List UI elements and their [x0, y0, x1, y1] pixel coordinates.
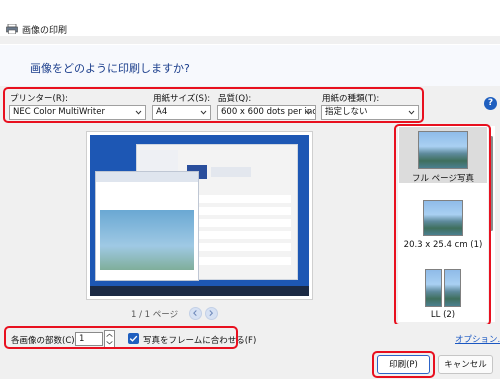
highlight-copies-frame: [4, 326, 238, 349]
quality-select[interactable]: 600 x 600 dots per inch: [217, 105, 316, 120]
quality-value: 600 x 600 dots per inch: [221, 107, 316, 117]
preview-settings-row: [187, 257, 291, 265]
print-preview: [86, 131, 313, 300]
arrow-right-icon: [209, 310, 214, 316]
paper-type-value: 指定しない: [325, 107, 368, 117]
paper-size-value: A4: [156, 107, 168, 117]
header-prompt: 画像をどのように印刷しますか?: [30, 62, 190, 75]
chevron-down-icon: [200, 110, 207, 115]
preview-settings-row: [187, 195, 291, 203]
highlight-print-frame: [372, 351, 435, 378]
preview-settings-row: [187, 219, 291, 227]
preview-settings-row: [187, 207, 291, 215]
chevron-down-icon: [408, 110, 415, 115]
options-link[interactable]: オプション...: [455, 333, 500, 345]
paper-type-label: 用紙の種類(T):: [322, 94, 380, 104]
preview-settings-row: [187, 243, 291, 251]
help-icon[interactable]: ?: [484, 97, 497, 110]
highlight-layout-frame: [394, 124, 491, 326]
preview-browser-window: [95, 171, 199, 281]
paper-size-label: 用紙サイズ(S):: [153, 94, 211, 104]
prev-page-button[interactable]: [189, 307, 202, 320]
preview-browser-tabbar: [96, 172, 198, 182]
printer-label: プリンター(R):: [10, 94, 68, 104]
printer-value: NEC Color MultiWriter: [13, 107, 105, 117]
chevron-down-icon: [305, 110, 312, 115]
chevron-down-icon: [135, 110, 142, 115]
printer-icon: [6, 24, 18, 34]
quality-label: 品質(Q):: [218, 94, 252, 104]
preview-image: [90, 135, 309, 296]
preview-taskbar: [90, 286, 309, 296]
printer-select[interactable]: NEC Color MultiWriter: [9, 105, 146, 120]
preview-settings-row: [211, 167, 251, 177]
next-page-button[interactable]: [205, 307, 218, 320]
paper-size-select[interactable]: A4: [152, 105, 211, 120]
preview-browser-hero: [100, 210, 194, 270]
window-title: 画像の印刷: [22, 26, 68, 36]
page-counter: 1 / 1 ページ: [131, 310, 179, 320]
cancel-button[interactable]: キャンセル: [438, 355, 493, 374]
preview-settings-row: [187, 231, 291, 239]
arrow-left-icon: [193, 310, 197, 316]
paper-type-select[interactable]: 指定しない: [321, 105, 419, 120]
title-bar: [0, 0, 500, 36]
